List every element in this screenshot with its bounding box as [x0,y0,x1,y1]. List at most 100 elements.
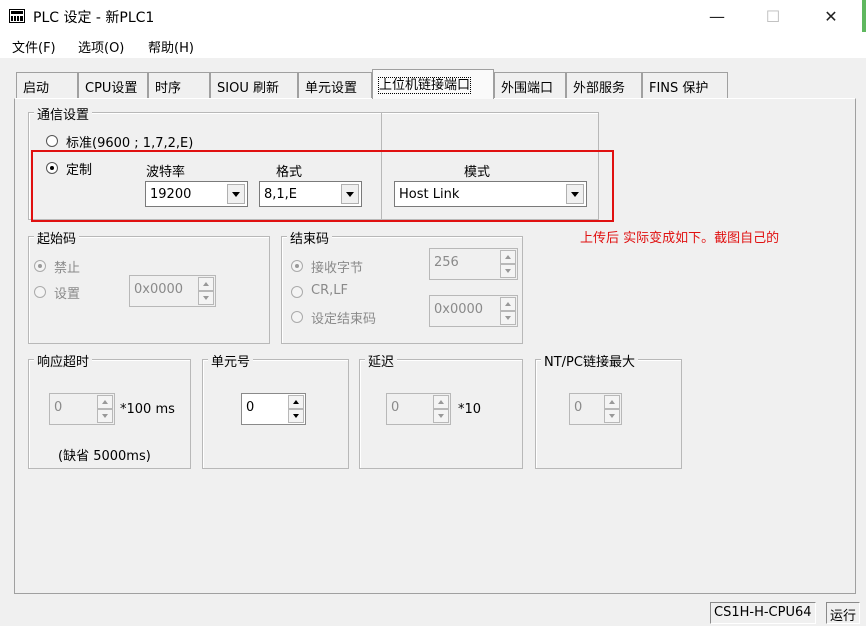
chevron-up-icon [505,255,511,259]
chevron-down-icon [438,414,444,418]
delay-title: 延迟 [365,351,398,370]
spin-down-button[interactable] [288,409,304,423]
chevron-up-icon [505,302,511,306]
delay-value: 0 [391,400,400,415]
chevron-down-icon [293,414,299,418]
chevron-down-icon [203,296,209,300]
spin-up-button[interactable] [97,395,113,409]
spin-up-button[interactable] [500,297,516,311]
close-icon: ✕ [824,6,838,26]
menu-file[interactable]: 文件(F) [12,37,56,56]
response-timeout-default: (缺省 5000ms) [58,449,151,464]
ntpc-link-max-title: NT/PC链接最大 [541,351,638,370]
receive-bytes-radio[interactable] [291,260,303,272]
tab-external-service[interactable]: 外部服务 [566,72,642,98]
status-mode: 运行 [826,602,861,624]
tab-label: 外部服务 [573,81,626,96]
highlight-box [31,150,614,222]
chevron-up-icon [609,400,615,404]
crlf-radio[interactable] [291,286,303,298]
chevron-up-icon [438,400,444,404]
spin-down-button[interactable] [500,311,516,325]
response-timeout-unit: *100 ms [120,402,175,417]
response-timeout-value: 0 [54,400,63,415]
ntpc-link-max-value: 0 [574,400,583,415]
tab-startup[interactable]: 启动 [16,72,78,98]
receive-bytes-value: 256 [434,255,459,270]
status-bar: CS1H-H-CPU64 运行 [0,600,866,626]
unit-number-input[interactable]: 0 [241,393,306,425]
tab-siou-refresh[interactable]: SIOU 刷新 [210,72,298,98]
end-code-input[interactable]: 0x0000 [429,295,518,327]
tab-label: 单元设置 [305,81,358,96]
minimize-button[interactable]: — [694,0,740,32]
chevron-down-icon [102,414,108,418]
start-disable-radio[interactable] [34,260,46,272]
tab-label: CPU设置 [85,81,138,96]
tab-fins-protection[interactable]: FINS 保护 [642,72,728,98]
tab-label: 外围端口 [501,81,554,96]
chevron-up-icon [203,282,209,286]
start-code-input[interactable]: 0x0000 [129,275,216,307]
tab-label: SIOU 刷新 [217,81,279,96]
spin-buttons [500,250,516,278]
spin-down-button[interactable] [500,264,516,278]
chevron-down-icon [505,316,511,320]
start-code-value: 0x0000 [134,282,184,297]
annotation-note: 上传后 实际变成如下。截图自己的 [580,231,780,246]
delay-unit: *10 [458,402,482,417]
window-title: PLC 设定 - 新PLC1 [33,10,155,26]
crlf-label: CR,LF [311,283,348,298]
close-button[interactable]: ✕ [808,0,854,32]
end-code-value: 0x0000 [434,302,484,317]
receive-bytes-label: 接收字节 [311,261,364,276]
status-model: CS1H-H-CPU64 [710,602,816,624]
tab-label: 时序 [155,81,182,96]
title-bar: PLC 设定 - 新PLC1 — ☐ ✕ [0,0,866,32]
chevron-up-icon [293,400,299,404]
spin-buttons [433,395,449,423]
set-end-code-radio[interactable] [291,311,303,323]
spin-buttons [97,395,113,423]
menu-bar: 文件(F) 选项(O) 帮助(H) [0,32,866,58]
delay-input[interactable]: 0 [386,393,451,425]
spin-down-button[interactable] [433,409,449,423]
spin-down-button[interactable] [198,291,214,305]
unit-number-value: 0 [246,400,255,415]
spin-up-button[interactable] [500,250,516,264]
spin-up-button[interactable] [198,277,214,291]
set-end-code-label: 设定结束码 [311,312,377,327]
spin-up-button[interactable] [433,395,449,409]
start-disable-label: 禁止 [54,261,81,276]
end-code-title: 结束码 [287,228,333,247]
spin-down-button[interactable] [97,409,113,423]
spin-up-button[interactable] [288,395,304,409]
chevron-down-icon [505,269,511,273]
spin-buttons [604,395,620,423]
spin-down-button[interactable] [604,409,620,423]
unit-number-title: 单元号 [208,351,254,370]
tab-label: 上位机链接端口 [377,77,472,94]
tab-host-link-port[interactable]: 上位机链接端口 [372,69,494,99]
response-timeout-title: 响应超时 [34,351,93,370]
response-timeout-input[interactable]: 0 [49,393,115,425]
spin-up-button[interactable] [604,395,620,409]
tab-peripheral-port[interactable]: 外围端口 [494,72,566,98]
ntpc-link-max-input[interactable]: 0 [569,393,622,425]
spin-buttons [288,395,304,423]
menu-help[interactable]: 帮助(H) [148,37,194,56]
start-set-radio[interactable] [34,286,46,298]
menu-options[interactable]: 选项(O) [78,37,124,56]
standard-label: 标准(9600 ; 1,7,2,E) [66,136,194,151]
standard-radio[interactable] [46,135,58,147]
tab-unit-settings[interactable]: 单元设置 [298,72,372,98]
minimize-icon: — [709,6,725,26]
start-code-title: 起始码 [34,228,80,247]
tab-cpu-settings[interactable]: CPU设置 [78,72,148,98]
maximize-button[interactable]: ☐ [750,0,796,32]
tab-timing[interactable]: 时序 [148,72,210,98]
start-set-label: 设置 [54,287,81,302]
chevron-down-icon [609,414,615,418]
receive-bytes-input[interactable]: 256 [429,248,518,280]
tab-label: FINS 保护 [649,81,709,96]
